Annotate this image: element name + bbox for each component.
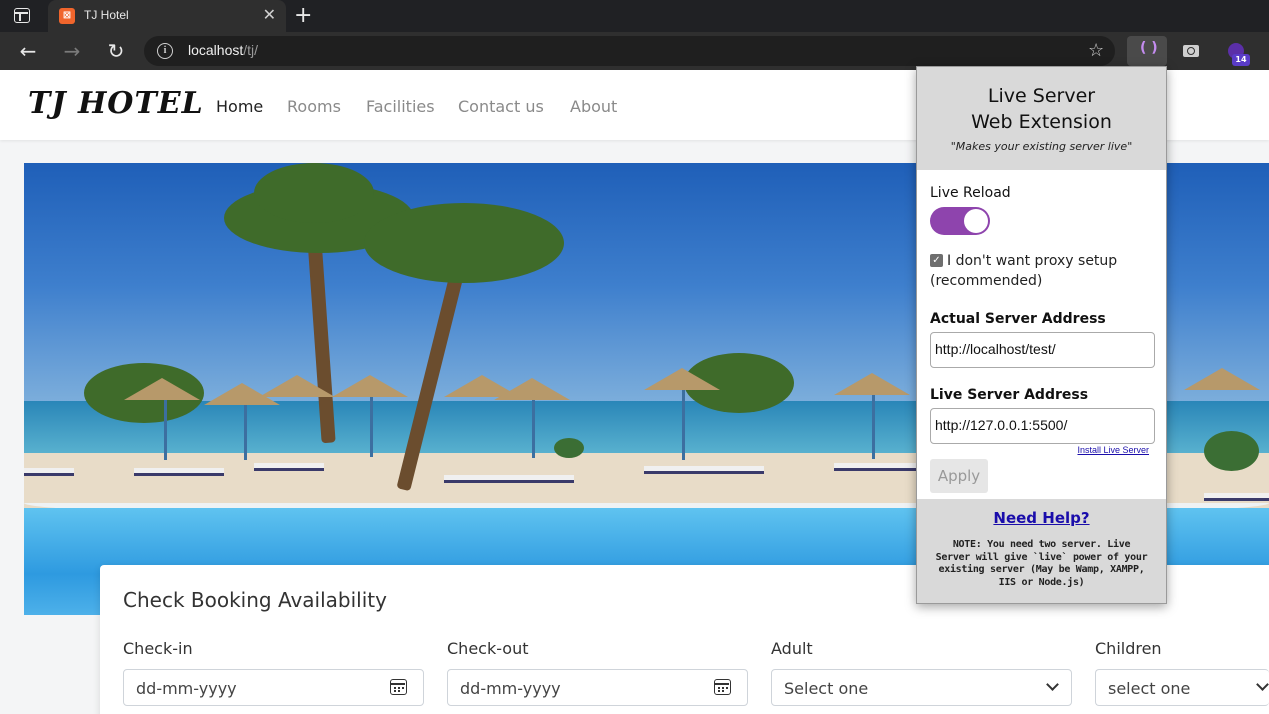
browser-toolbar: ← → ↻ i localhost/tj/ (0, 32, 1269, 70)
nav-rooms[interactable]: Rooms (287, 97, 341, 116)
tab-actions-icon[interactable] (14, 8, 30, 23)
site-brand[interactable]: TJ HOTEL (28, 86, 204, 121)
live-server-extension-button[interactable]: ( ) (1127, 36, 1167, 66)
nav-about[interactable]: About (570, 97, 617, 116)
nav-home[interactable]: Home (216, 97, 263, 116)
new-tab-icon[interactable]: + (294, 3, 312, 29)
badge-count: 14 (1232, 54, 1250, 66)
checkout-input[interactable]: dd-mm-yyyy (447, 669, 748, 706)
live-address-input[interactable]: http://127.0.0.1:5500/ (930, 408, 1155, 444)
xampp-icon: ⊠ (59, 8, 75, 24)
actual-address-input[interactable]: http://localhost/test/ (930, 332, 1155, 368)
live-reload-label: Live Reload (930, 185, 1011, 201)
live-reload-toggle[interactable] (930, 207, 990, 235)
checkin-label: Check-in (123, 639, 193, 658)
live-server-icon: ( ) (1140, 40, 1158, 56)
checkin-input[interactable]: dd-mm-yyyy (123, 669, 424, 706)
info-icon[interactable]: i (157, 43, 173, 59)
close-icon[interactable]: ✕ (263, 6, 276, 24)
popup-title: Live Server Web Extension (971, 85, 1112, 133)
adult-label: Adult (771, 639, 813, 658)
popup-header: Live Server Web Extension "Makes your ex… (917, 67, 1166, 170)
tab-bar: ⊠ TJ Hotel ✕ + (0, 0, 1269, 32)
children-select[interactable]: select one (1095, 669, 1269, 706)
checkout-label: Check-out (447, 639, 529, 658)
install-live-server-link[interactable]: Install Live Server (1077, 445, 1149, 455)
children-label: Children (1095, 639, 1162, 658)
favorite-star-icon[interactable]: ☆ (1088, 41, 1104, 61)
tab-title: TJ Hotel (84, 8, 129, 22)
popup-footer: Need Help? NOTE: You need two server. Li… (917, 499, 1166, 603)
actual-address-label: Actual Server Address (930, 311, 1106, 327)
nav-contact[interactable]: Contact us (458, 97, 544, 116)
proxy-checkbox-label[interactable]: I don't want proxy setup (recommended) (930, 251, 1150, 291)
calendar-icon[interactable] (390, 679, 407, 695)
camera-icon[interactable] (1183, 45, 1199, 57)
popup-note: NOTE: You need two server. Live Server w… (935, 539, 1148, 588)
popup-tagline: "Makes your existing server live" (950, 140, 1133, 153)
adult-select[interactable]: Select one (771, 669, 1072, 706)
refresh-icon[interactable]: ↻ (104, 39, 128, 63)
tab-active[interactable]: ⊠ TJ Hotel ✕ (48, 0, 286, 32)
apply-button[interactable]: Apply (930, 459, 988, 493)
calendar-icon[interactable] (714, 679, 731, 695)
live-server-popup: Live Server Web Extension "Makes your ex… (916, 66, 1167, 604)
address-bar[interactable]: i localhost/tj/ (144, 36, 1115, 66)
back-icon[interactable]: ← (16, 39, 40, 63)
url-text[interactable]: localhost/tj/ (188, 42, 258, 58)
chevron-down-icon (1256, 678, 1269, 691)
chevron-down-icon (1046, 678, 1059, 691)
need-help-link[interactable]: Need Help? (917, 509, 1166, 527)
nav-facilities[interactable]: Facilities (366, 97, 435, 116)
proxy-checkbox[interactable]: ✓ (930, 254, 943, 267)
forward-icon[interactable]: → (60, 39, 84, 63)
live-address-label: Live Server Address (930, 387, 1089, 403)
booking-title: Check Booking Availability (123, 588, 387, 612)
